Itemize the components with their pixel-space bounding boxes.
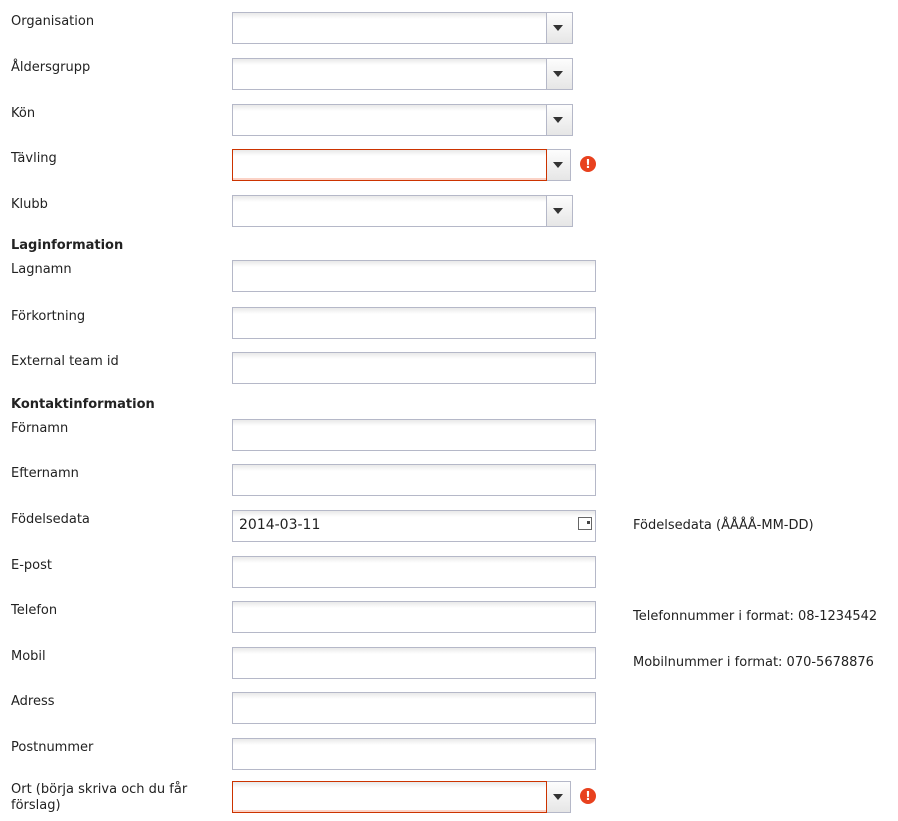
fornamn-row: Förnamn (0, 419, 898, 453)
external-team-id-row: External team id (0, 352, 898, 386)
mobil-hint: Mobilnummer i format: 070-5678876 (633, 655, 874, 670)
calendar-icon[interactable] (578, 517, 592, 530)
epost-row: E-post (0, 556, 898, 590)
fornamn-label: Förnamn (11, 421, 69, 436)
postnummer-label: Postnummer (11, 740, 94, 755)
efternamn-row: Efternamn (0, 464, 898, 498)
mobil-input[interactable] (232, 647, 596, 679)
adress-input[interactable] (232, 692, 596, 724)
organisation-label: Organisation (11, 14, 95, 29)
aldersgrupp-row: Åldersgrupp (0, 58, 898, 92)
chevron-down-icon (553, 71, 563, 77)
fodelsedata-row: Födelsedata 2014-03-11 Födelsedata (ÅÅÅÅ… (0, 510, 898, 544)
chevron-down-icon (553, 117, 563, 123)
fornamn-input[interactable] (232, 419, 596, 451)
tavling-label: Tävling (11, 151, 57, 166)
organisation-dropdown-button[interactable] (547, 12, 573, 44)
ort-label-line2: förslag) (11, 798, 61, 813)
adress-label: Adress (11, 694, 55, 709)
external-team-id-input[interactable] (232, 352, 596, 384)
chevron-down-icon (553, 162, 563, 168)
tavling-dropdown-button[interactable] (547, 149, 571, 181)
kon-select[interactable] (232, 104, 547, 136)
chevron-down-icon (553, 794, 563, 800)
telefon-hint: Telefonnummer i format: 08-1234542 (633, 609, 878, 624)
epost-input[interactable] (232, 556, 596, 588)
tavling-select[interactable] (232, 149, 547, 181)
mobil-row: Mobil Mobilnummer i format: 070-5678876 (0, 647, 898, 681)
mobil-label: Mobil (11, 649, 46, 664)
telefon-row: Telefon Telefonnummer i format: 08-12345… (0, 601, 898, 635)
lagnamn-row: Lagnamn (0, 260, 898, 294)
klubb-dropdown-button[interactable] (547, 195, 573, 227)
klubb-select[interactable] (232, 195, 547, 227)
ort-row: Ort (börja skriva och du får förslag) ! (0, 781, 898, 821)
forkortning-row: Förkortning (0, 307, 898, 341)
aldersgrupp-select[interactable] (232, 58, 547, 90)
kon-dropdown-button[interactable] (547, 104, 573, 136)
chevron-down-icon (553, 208, 563, 214)
lagnamn-input[interactable] (232, 260, 596, 292)
ort-combo[interactable] (232, 781, 547, 813)
external-team-id-label: External team id (11, 354, 119, 369)
kon-label: Kön (11, 106, 36, 121)
klubb-label: Klubb (11, 197, 48, 212)
fodelsedata-value: 2014-03-11 (239, 517, 321, 533)
klubb-row: Klubb (0, 195, 898, 229)
postnummer-row: Postnummer (0, 738, 898, 772)
kontaktinformation-heading: Kontaktinformation (11, 397, 155, 412)
fodelsedata-hint: Födelsedata (ÅÅÅÅ-MM-DD) (633, 518, 814, 533)
aldersgrupp-dropdown-button[interactable] (547, 58, 573, 90)
laginformation-heading: Laginformation (11, 238, 124, 253)
epost-label: E-post (11, 558, 52, 573)
efternamn-label: Efternamn (11, 466, 79, 481)
ort-dropdown-button[interactable] (547, 781, 571, 813)
chevron-down-icon (553, 25, 563, 31)
fodelsedata-label: Födelsedata (11, 512, 90, 527)
organisation-select[interactable] (232, 12, 547, 44)
error-icon: ! (580, 156, 596, 172)
postnummer-input[interactable] (232, 738, 596, 770)
aldersgrupp-label: Åldersgrupp (11, 60, 91, 75)
kon-row: Kön (0, 104, 898, 138)
tavling-row: Tävling ! (0, 149, 898, 183)
forkortning-label: Förkortning (11, 309, 86, 324)
error-icon: ! (580, 788, 596, 804)
ort-label-line1: Ort (börja skriva och du får (11, 782, 188, 797)
lagnamn-label: Lagnamn (11, 262, 72, 277)
adress-row: Adress (0, 692, 898, 726)
telefon-input[interactable] (232, 601, 596, 633)
telefon-label: Telefon (11, 603, 58, 618)
efternamn-input[interactable] (232, 464, 596, 496)
organisation-row: Organisation (0, 12, 898, 46)
forkortning-input[interactable] (232, 307, 596, 339)
ort-label: Ort (börja skriva och du får förslag) (11, 782, 187, 814)
